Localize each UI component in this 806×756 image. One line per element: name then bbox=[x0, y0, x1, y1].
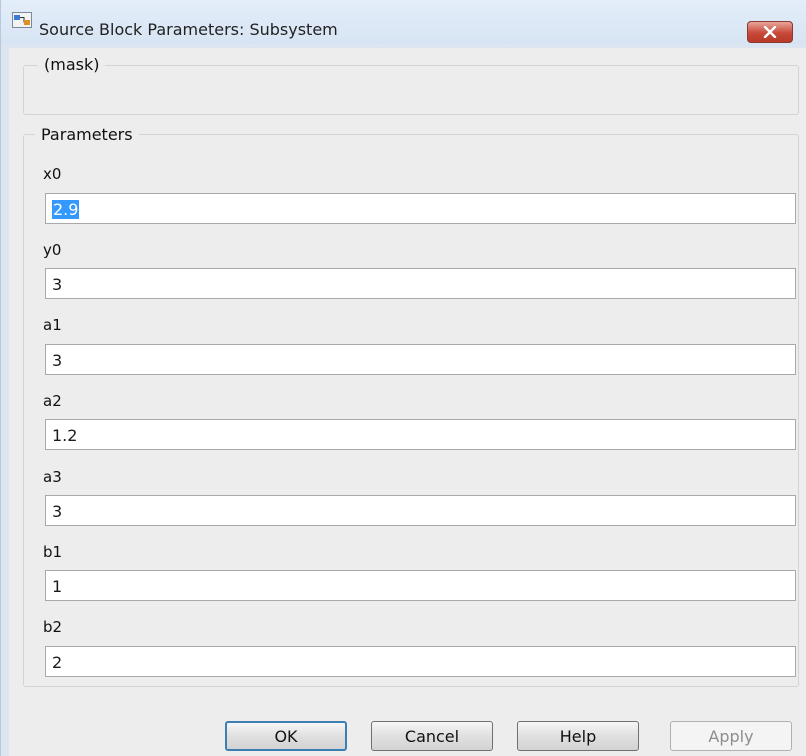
mask-group bbox=[23, 65, 799, 115]
param-input-a2[interactable]: 1.2 bbox=[45, 419, 796, 450]
help-button[interactable]: Help bbox=[517, 721, 639, 751]
param-value-a2: 1.2 bbox=[52, 426, 78, 445]
param-input-x0[interactable]: 2.9 bbox=[45, 193, 796, 224]
parameters-group-title: Parameters bbox=[35, 125, 139, 144]
param-input-b1[interactable]: 1 bbox=[45, 570, 796, 601]
dialog-body: (mask) Parameters x0 2.9 y0 3 a1 3 a2 1.… bbox=[9, 48, 806, 756]
ok-button[interactable]: OK bbox=[225, 721, 347, 751]
param-value-b1: 1 bbox=[52, 577, 63, 596]
title-bar[interactable]: Source Block Parameters: Subsystem bbox=[1, 0, 806, 44]
param-value-a1: 3 bbox=[52, 351, 63, 370]
cancel-button[interactable]: Cancel bbox=[371, 721, 493, 751]
param-value-x0: 2.9 bbox=[52, 200, 80, 219]
param-label-b2: b2 bbox=[43, 618, 63, 636]
param-value-b2: 2 bbox=[52, 653, 63, 672]
param-label-a1: a1 bbox=[43, 316, 62, 334]
param-label-a2: a2 bbox=[43, 392, 62, 410]
param-value-y0: 3 bbox=[52, 275, 63, 294]
param-label-a3: a3 bbox=[43, 468, 62, 486]
param-input-b2[interactable]: 2 bbox=[45, 646, 796, 677]
close-button[interactable] bbox=[747, 21, 793, 43]
mask-group-title: (mask) bbox=[38, 55, 106, 74]
param-label-b1: b1 bbox=[43, 543, 63, 561]
window-title: Source Block Parameters: Subsystem bbox=[39, 20, 338, 39]
close-icon bbox=[763, 26, 777, 38]
param-label-y0: y0 bbox=[43, 241, 62, 259]
param-input-a1[interactable]: 3 bbox=[45, 344, 796, 375]
param-label-x0: x0 bbox=[43, 165, 62, 183]
param-input-a3[interactable]: 3 bbox=[45, 495, 796, 526]
param-value-a3: 3 bbox=[52, 502, 63, 521]
apply-button[interactable]: Apply bbox=[670, 721, 792, 751]
param-input-y0[interactable]: 3 bbox=[45, 268, 796, 299]
simulink-block-icon bbox=[12, 12, 32, 28]
dialog-window: Source Block Parameters: Subsystem (mask… bbox=[0, 0, 806, 756]
